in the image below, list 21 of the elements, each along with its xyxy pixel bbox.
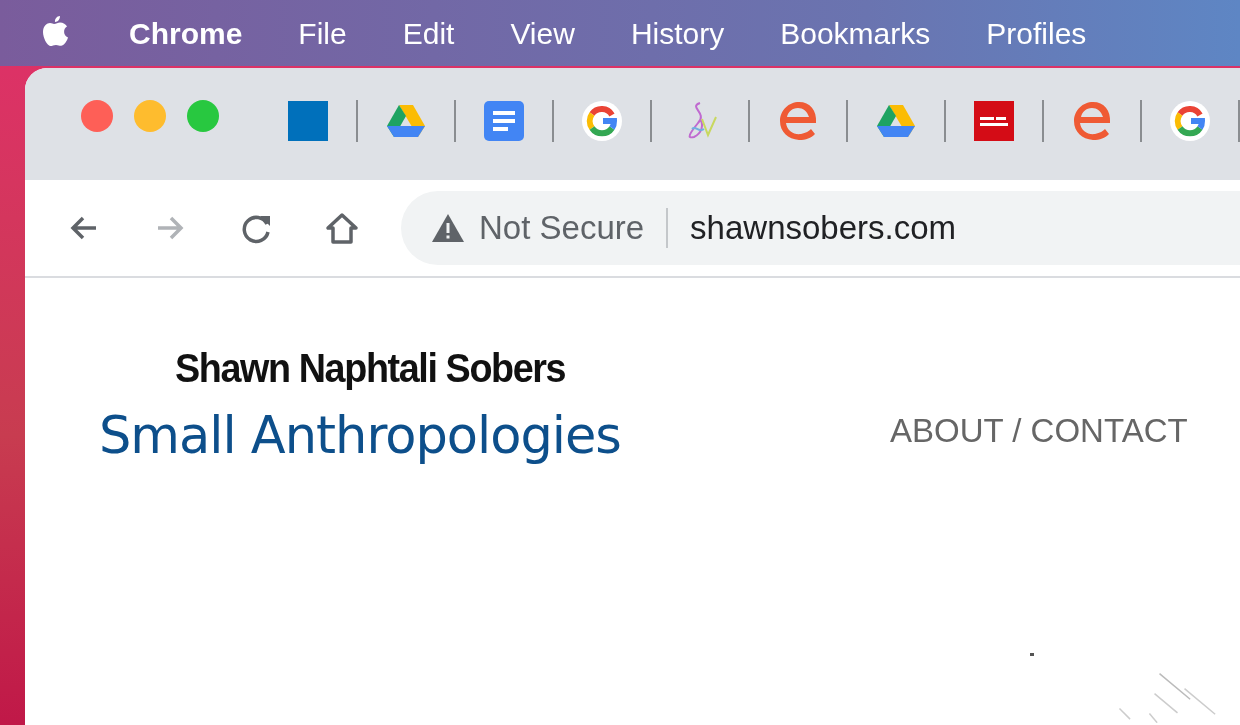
- security-label: Not Secure: [479, 208, 645, 249]
- menu-item[interactable]: View: [510, 10, 575, 56]
- address-bar[interactable]: Not Secure shawnsobers.com: [401, 191, 1240, 265]
- logo-tile-icon[interactable]: [972, 99, 1016, 143]
- menu-item[interactable]: History: [630, 10, 725, 56]
- google-icon[interactable]: [1168, 99, 1212, 143]
- menu-item[interactable]: Edit: [402, 10, 455, 56]
- site-subtitle: Small Anthropologies: [99, 404, 621, 467]
- site-title: Shawn Naphtali Sobers: [175, 344, 566, 393]
- menu-item[interactable]: Profiles: [986, 10, 1087, 56]
- warning-icon[interactable]: [431, 213, 465, 243]
- document-icon[interactable]: [482, 99, 526, 143]
- app-menu[interactable]: Chrome: [129, 10, 243, 56]
- close-window-button[interactable]: [81, 100, 113, 132]
- menu-item[interactable]: Bookmarks: [780, 10, 931, 56]
- home-icon: [324, 210, 360, 246]
- menu-item[interactable]: File: [298, 10, 347, 56]
- square-icon[interactable]: [286, 99, 330, 143]
- google-icon[interactable]: [580, 99, 624, 143]
- about-contact-link[interactable]: ABOUT / CONTACT: [890, 412, 1188, 449]
- url-text: shawnsobers.com: [690, 208, 957, 249]
